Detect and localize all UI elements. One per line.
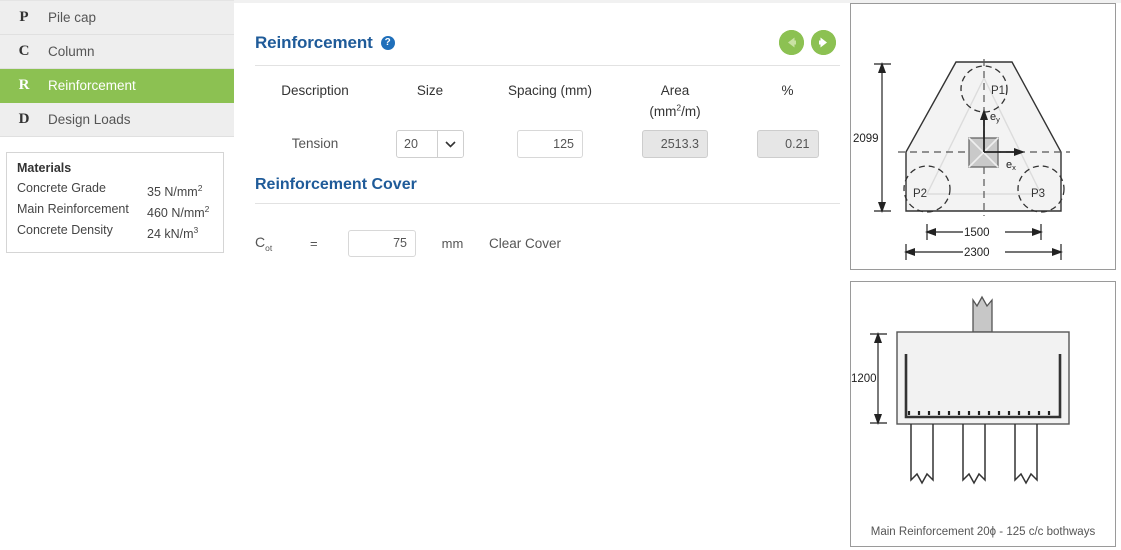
col-header-spacing: Spacing (mm) xyxy=(507,83,593,98)
sidebar-key-reinforcement: R xyxy=(18,77,30,93)
materials-label-concrete-grade: Concrete Grade xyxy=(17,181,106,195)
pile-cap-plan-diagram: P1 P2 P3 ey ex 2099 1500 2300 xyxy=(850,3,1116,270)
pile-label-p2: P2 xyxy=(913,188,927,200)
percent-output: 0.21 xyxy=(756,129,819,158)
table-header-row: Description Size Spacing (mm) Area (mm2/… xyxy=(255,68,840,126)
sidebar-nav: P Pile cap C Column R Reinforcement D De… xyxy=(0,0,234,137)
forward-arrow-icon[interactable] xyxy=(811,30,836,55)
pile-label-p3: P3 xyxy=(1031,188,1045,200)
cover-input[interactable]: 75 xyxy=(348,229,416,257)
sidebar-label-design-loads: Design Loads xyxy=(48,112,131,127)
materials-row-concrete-density: Concrete Density 24 kN/m3 xyxy=(17,222,213,243)
cover-symbol: Cot xyxy=(255,233,273,253)
col-header-size: Size xyxy=(416,83,444,98)
materials-value-concrete-density: 24 kN/m3 xyxy=(147,225,199,242)
materials-title: Materials xyxy=(17,161,72,175)
materials-row-concrete-grade: Concrete Grade 35 N/mm2 xyxy=(17,180,213,201)
sidebar-key-design-loads: D xyxy=(18,111,30,127)
header-divider xyxy=(255,65,840,66)
reinforcement-table-head: Description Size Spacing (mm) Area (mm2/… xyxy=(255,68,840,126)
sidebar-key-column: C xyxy=(18,43,30,59)
plan-dim-inner: 1500 xyxy=(964,227,990,239)
back-arrow-icon[interactable] xyxy=(779,30,804,55)
area-output: 2513.3 xyxy=(642,129,708,158)
cover-unit: mm xyxy=(441,235,464,251)
plan-dim-height: 2099 xyxy=(853,133,879,145)
page-title: Reinforcement xyxy=(255,32,373,52)
sidebar-key-pile-cap: P xyxy=(19,9,29,25)
section-header: Reinforcement ? xyxy=(255,0,840,55)
cover-equals: = xyxy=(310,235,318,251)
elevation-caption: Main Reinforcement 20ϕ - 125 c/c bothway… xyxy=(870,526,1096,538)
sidebar-label-reinforcement: Reinforcement xyxy=(48,78,136,93)
sidebar-item-design-loads[interactable]: D Design Loads xyxy=(0,103,234,137)
spacing-input[interactable]: 125 xyxy=(517,129,583,158)
table-row: Tension 20 125 2513.3 0.21 xyxy=(255,126,840,162)
elevation-svg: 1200 xyxy=(851,295,1070,485)
sidebar-label-pile-cap: Pile cap xyxy=(48,10,97,25)
cover-divider xyxy=(255,202,840,204)
materials-label-concrete-density: Concrete Density xyxy=(17,223,113,238)
materials-value-concrete-grade: 35 N/mm2 xyxy=(147,183,203,200)
col-header-area-line2: (mm2/m) xyxy=(649,102,701,119)
col-header-area-line1: Area xyxy=(660,83,690,98)
elevation-dim-depth: 1200 xyxy=(851,373,877,385)
reinforcement-table: Description Size Spacing (mm) Area (mm2/… xyxy=(255,68,840,162)
plan-dim-outer: 2300 xyxy=(964,247,990,259)
pile-label-p1: P1 xyxy=(991,85,1005,97)
pile-cap-elevation-diagram: 1200 Main Reinforcement 20ϕ - 125 c/c bo… xyxy=(850,281,1116,547)
sidebar: P Pile cap C Column R Reinforcement D De… xyxy=(0,0,234,550)
sidebar-label-column: Column xyxy=(48,44,95,59)
sidebar-item-reinforcement[interactable]: R Reinforcement xyxy=(0,69,234,103)
materials-panel: Materials Concrete Grade 35 N/mm2 Main R… xyxy=(6,152,224,254)
materials-value-main-reinforcement: 460 N/mm2 xyxy=(147,204,210,221)
plan-svg: P1 P2 P3 ey ex 2099 1500 2300 xyxy=(853,59,1070,260)
app-page: P Pile cap C Column R Reinforcement D De… xyxy=(0,0,1121,550)
materials-label-main-reinforcement: Main Reinforcement xyxy=(17,202,129,217)
materials-row-main-reinforcement: Main Reinforcement 460 N/mm2 xyxy=(17,201,213,222)
chevron-down-icon xyxy=(437,130,463,157)
help-icon[interactable]: ? xyxy=(380,35,395,50)
col-header-description: Description xyxy=(281,83,349,98)
reinforcement-table-body: Tension 20 125 2513.3 0.21 xyxy=(255,126,840,162)
main-panel: Reinforcement ? Description Size Spacing… xyxy=(255,0,840,550)
cover-note: Clear Cover xyxy=(489,235,562,251)
bar-size-select[interactable]: 20 xyxy=(396,129,464,158)
cover-row: Cot = 75 mm Clear Cover xyxy=(255,229,840,257)
col-header-area: Area (mm2/m) xyxy=(615,68,735,126)
cover-section-title: Reinforcement Cover xyxy=(255,175,417,193)
sidebar-item-column[interactable]: C Column xyxy=(0,35,234,69)
wizard-nav xyxy=(779,30,840,55)
bar-size-value: 20 xyxy=(404,136,418,151)
row-label-tension: Tension xyxy=(291,136,339,151)
col-header-percent: % xyxy=(781,83,794,98)
sidebar-item-pile-cap[interactable]: P Pile cap xyxy=(0,1,234,35)
